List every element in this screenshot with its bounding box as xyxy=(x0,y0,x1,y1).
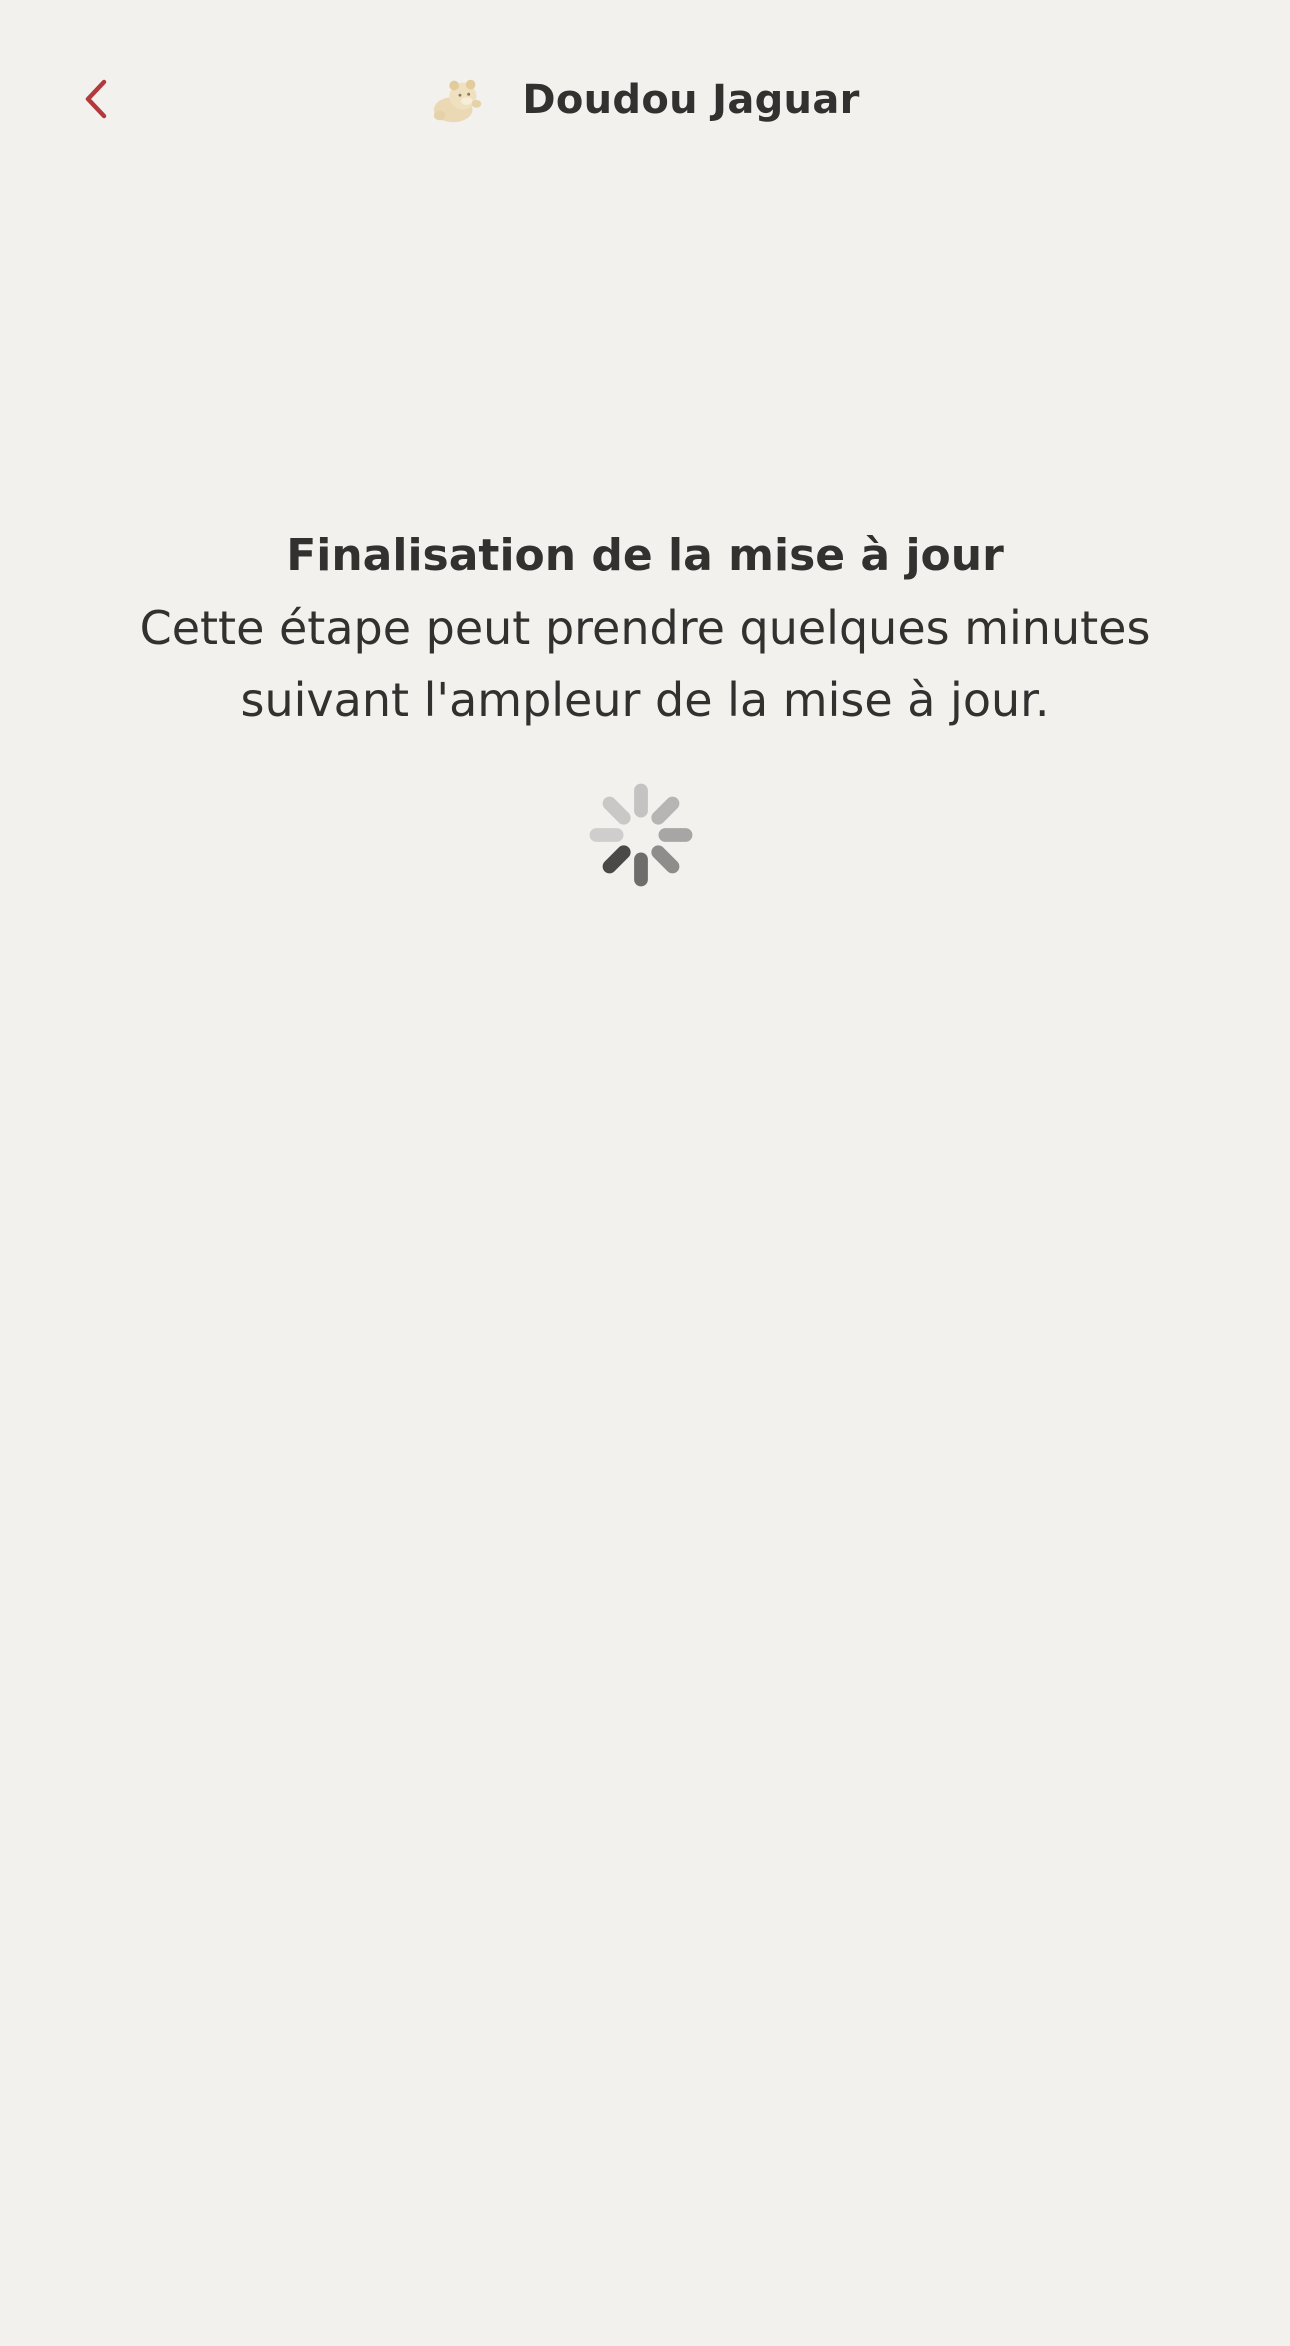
device-header: Doudou Jaguar xyxy=(0,60,1290,140)
update-message: Finalisation de la mise à jour Cette éta… xyxy=(80,520,1210,736)
plush-toy-icon xyxy=(434,79,482,123)
message-title: Finalisation de la mise à jour xyxy=(286,530,1004,581)
loading-spinner-icon xyxy=(589,783,693,887)
top-bar: Doudou Jaguar xyxy=(0,0,1290,200)
message-body: Cette étape peut prendre quelques minute… xyxy=(139,601,1151,727)
device-name: Doudou Jaguar xyxy=(522,77,860,123)
